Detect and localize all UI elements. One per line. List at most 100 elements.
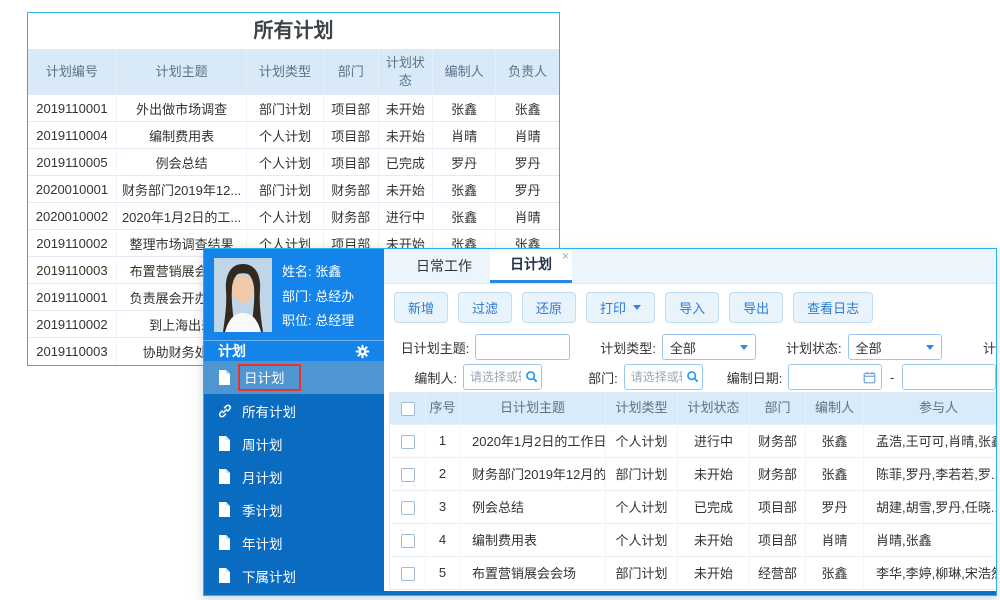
creator-search-field xyxy=(462,364,543,390)
cell-participants: 李华,李婷,柳琳,宋浩然 xyxy=(863,555,996,590)
print-button[interactable]: 打印 xyxy=(586,292,656,323)
cell-status: 未开始 xyxy=(677,555,750,590)
clipped-filter-label: 计 xyxy=(983,340,996,356)
sidebar-item-quarterly-plan[interactable]: 季计划 xyxy=(204,493,384,526)
row-checkbox[interactable] xyxy=(400,533,415,548)
col-daily-subject: 日计划主题 xyxy=(459,392,606,425)
type-select-value: 全部 xyxy=(669,340,696,356)
cell: 肖晴 xyxy=(495,202,559,230)
reset-button[interactable]: 还原 xyxy=(522,292,577,323)
annotation-red-box: 日计划 xyxy=(238,364,301,391)
cell: 2019110005 xyxy=(28,148,117,176)
cell-dept: 财务部 xyxy=(749,456,806,491)
cell: 肖晴 xyxy=(495,121,559,149)
plan-subject-link[interactable]: 编制费用表 xyxy=(459,522,606,557)
add-button[interactable]: 新增 xyxy=(394,292,449,323)
subject-filter-input[interactable] xyxy=(475,334,571,360)
col-plan-status: 计划状态 xyxy=(378,49,434,95)
cell-participants: 肖晴,张鑫 xyxy=(863,522,996,557)
dept-search-field xyxy=(623,364,703,390)
creation-date-end-input[interactable] xyxy=(902,364,996,390)
cell: 张鑫 xyxy=(495,94,559,122)
status-select-value: 全部 xyxy=(855,340,882,356)
cell: 财务部 xyxy=(323,202,379,230)
search-icon[interactable] xyxy=(525,370,538,383)
row-checkbox[interactable] xyxy=(400,434,415,449)
sidebar-item-yearly-plan[interactable]: 年计划 xyxy=(204,526,384,559)
tab-daily-plan[interactable]: 日计划 × xyxy=(490,249,572,283)
toolbar: 新增 过滤 还原 打印 导入 导出 查看日志 xyxy=(384,284,996,331)
import-button[interactable]: 导入 xyxy=(665,292,720,323)
sidebar-item-weekly-plan[interactable]: 周计划 xyxy=(204,427,384,460)
search-icon[interactable] xyxy=(686,370,699,383)
table-row[interactable]: 4 编制费用表 个人计划 未开始 项目部 肖晴 肖晴,张鑫 xyxy=(389,522,996,557)
sidebar-item-label: 年计划 xyxy=(242,536,283,552)
cell: 罗丹 xyxy=(495,175,559,203)
table-row[interactable]: 2019110004 编制费用表 个人计划 项目部 未开始 肖晴 肖晴 xyxy=(28,121,559,149)
sidebar-item-all-plans[interactable]: 所有计划 xyxy=(204,394,384,427)
plan-subject-link[interactable]: 2020年1月2日的工作日... xyxy=(459,423,606,458)
type-select[interactable]: 全部 xyxy=(661,334,757,360)
table-row[interactable]: 5 布置营销展会会场 部门计划 未开始 经营部 张鑫 李华,李婷,柳琳,宋浩然 xyxy=(389,555,996,590)
table-row[interactable]: 2019110001 外出做市场调查 部门计划 项目部 未开始 张鑫 张鑫 xyxy=(28,94,559,122)
cell-participants: 陈菲,罗丹,李若若,罗... xyxy=(863,456,996,491)
table-row[interactable]: 2020010001 财务部门2019年12... 部门计划 财务部 未开始 张鑫 罗丹 xyxy=(28,175,559,203)
creation-date-start-input[interactable] xyxy=(788,364,883,390)
sidebar-item-subordinate-plan[interactable]: 下属计划 xyxy=(204,559,384,591)
cell: 未开始 xyxy=(378,121,434,149)
cell-type: 个人计划 xyxy=(605,489,678,524)
cell: 肖晴 xyxy=(432,121,497,149)
page-icon xyxy=(218,502,232,517)
print-label: 打印 xyxy=(600,301,627,316)
cell: 罗丹 xyxy=(495,148,559,176)
plan-subject-link[interactable]: 布置营销展会会场 xyxy=(459,555,606,590)
filter-button[interactable]: 过滤 xyxy=(458,292,513,323)
col-creator: 编制人 xyxy=(805,392,864,425)
gear-icon[interactable] xyxy=(355,344,370,359)
col-seq: 序号 xyxy=(425,392,460,425)
cell-participants: 孟浩,王可可,肖晴,张鑫 xyxy=(863,423,996,458)
cell-dept: 项目部 xyxy=(749,522,806,557)
plan-subject-link[interactable]: 例会总结 xyxy=(459,489,606,524)
col-plan-subject: 计划主题 xyxy=(116,49,248,95)
table-row[interactable]: 3 例会总结 个人计划 已完成 项目部 罗丹 胡建,胡雪,罗丹,任晓... xyxy=(389,489,996,524)
cell-status: 未开始 xyxy=(677,522,750,557)
table-row[interactable]: 2019110005 例会总结 个人计划 项目部 已完成 罗丹 罗丹 xyxy=(28,148,559,176)
user-panel: 姓名: 张鑫 部门: 总经办 职位: 总经理 xyxy=(204,249,384,341)
col-plan-type: 计划类型 xyxy=(246,49,324,95)
cell: 外出做市场调查 xyxy=(116,94,248,122)
sidebar-item-daily-plan[interactable]: 日计划 xyxy=(204,361,384,394)
cell: 未开始 xyxy=(378,175,434,203)
link-icon xyxy=(218,403,232,418)
cell: 2019110003 xyxy=(28,337,117,365)
tab-bar: 日常工作 日计划 × xyxy=(384,249,996,284)
cell: 张鑫 xyxy=(432,94,497,122)
export-button[interactable]: 导出 xyxy=(729,292,784,323)
date-range-separator: - xyxy=(890,369,895,385)
cell-seq: 3 xyxy=(425,489,460,524)
table-row[interactable]: 1 2020年1月2日的工作日... 个人计划 进行中 财务部 张鑫 孟浩,王可… xyxy=(389,423,996,458)
row-checkbox[interactable] xyxy=(400,566,415,581)
table-row[interactable]: 2 财务部门2019年12月的... 部门计划 未开始 财务部 张鑫 陈菲,罗丹… xyxy=(389,456,996,491)
creator-filter-label: 编制人: xyxy=(414,370,457,386)
cell: 2019110002 xyxy=(28,310,117,338)
tab-daily-work[interactable]: 日常工作 xyxy=(398,249,490,283)
select-all-checkbox[interactable] xyxy=(400,401,415,416)
cell: 部门计划 xyxy=(246,175,324,203)
status-select[interactable]: 全部 xyxy=(847,334,942,360)
cell: 个人计划 xyxy=(246,202,324,230)
plan-subject-link[interactable]: 财务部门2019年12月的... xyxy=(459,456,606,491)
cell: 2020010001 xyxy=(28,175,117,203)
view-log-button[interactable]: 查看日志 xyxy=(793,292,874,323)
page-icon xyxy=(218,469,232,484)
row-checkbox[interactable] xyxy=(400,500,415,515)
screen: 所有计划 计划编号 计划主题 计划类型 部门 计划状态 编制人 负责人 2019… xyxy=(0,0,1000,600)
cell-checkbox xyxy=(389,555,426,590)
cell-creator: 张鑫 xyxy=(805,423,864,458)
table-row[interactable]: 2020010002 2020年1月2日的工... 个人计划 财务部 进行中 张鑫 肖晴 xyxy=(28,202,559,230)
sidebar-item-monthly-plan[interactable]: 月计划 xyxy=(204,460,384,493)
close-icon[interactable]: × xyxy=(562,250,569,262)
row-checkbox[interactable] xyxy=(400,467,415,482)
cell-status: 进行中 xyxy=(677,423,750,458)
calendar-icon[interactable] xyxy=(863,371,876,384)
